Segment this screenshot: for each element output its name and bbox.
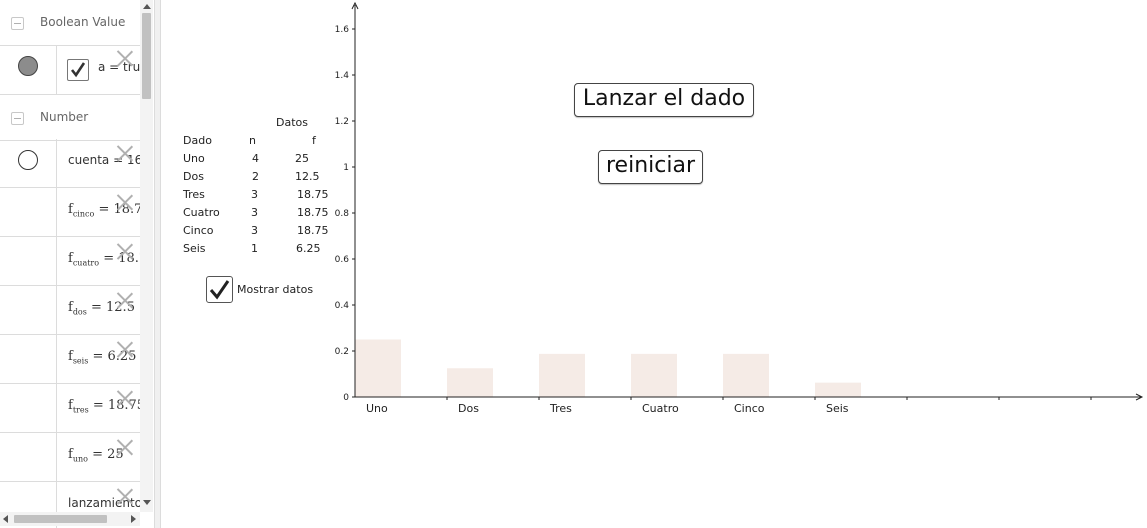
- scroll-up-icon[interactable]: [143, 4, 151, 9]
- x-tick-label: Uno: [366, 402, 388, 415]
- scroll-right-icon[interactable]: [131, 515, 136, 523]
- y-tick-label: 1.6: [335, 25, 350, 35]
- table-cell: Cinco: [183, 224, 214, 237]
- y-tick-label: 0.4: [335, 301, 350, 311]
- algebra-text-fcuatro: fcuatro = 18.7: [68, 251, 148, 268]
- algebra-row-funo[interactable]: funo = 25: [0, 433, 140, 482]
- boolean-checkbox[interactable]: [67, 59, 89, 81]
- category-number[interactable]: Number: [0, 95, 140, 141]
- visibility-toggle[interactable]: [18, 150, 38, 170]
- delete-icon[interactable]: [116, 488, 133, 505]
- y-tick-label: 1: [343, 163, 349, 173]
- bar-chart: 0 0.2 0.4 0.6 0.8 1 1.2 1.4 1.6 Uno Dos Tres Cuatro C…: [335, 1, 1144, 415]
- table-cell: 12.5: [295, 170, 320, 183]
- algebra-row-a[interactable]: a = tru: [0, 46, 140, 95]
- table-cell: 18.75: [297, 206, 329, 219]
- scroll-down-icon[interactable]: [143, 500, 151, 505]
- category-label: Boolean Value: [40, 15, 126, 29]
- algebra-row-ftres[interactable]: ftres = 18.75: [0, 384, 145, 433]
- table-title: Datos: [276, 116, 308, 129]
- bar: [723, 353, 769, 397]
- delete-icon[interactable]: [116, 439, 133, 456]
- marble-column: [0, 188, 57, 236]
- x-tick-label: Cinco: [734, 402, 765, 415]
- bar: [631, 353, 677, 397]
- algebra-row-fdos[interactable]: fdos = 12.5: [0, 286, 140, 335]
- graphics-view[interactable]: 0 0.2 0.4 0.6 0.8 1 1.2 1.4 1.6 Uno Dos Tres Cuatro C…: [162, 0, 1147, 528]
- show-data-checkbox[interactable]: [206, 276, 233, 303]
- table-cell: 3: [251, 188, 258, 201]
- horizontal-scrollbar[interactable]: [0, 512, 140, 526]
- x-tick-label: Dos: [458, 402, 479, 415]
- reset-button[interactable]: reiniciar: [598, 150, 703, 184]
- collapse-icon[interactable]: [11, 112, 24, 125]
- algebra-text-fcinco: fcinco = 18.75: [68, 202, 151, 219]
- panel-divider[interactable]: [154, 0, 161, 528]
- bar: [539, 353, 585, 397]
- table-cell: Seis: [183, 242, 206, 255]
- table-cell: Cuatro: [183, 206, 220, 219]
- checkmark-icon: [70, 62, 86, 78]
- delete-icon[interactable]: [116, 341, 133, 358]
- delete-icon[interactable]: [116, 292, 133, 309]
- bar: [447, 368, 493, 397]
- x-tick-label: Seis: [826, 402, 849, 415]
- vertical-scrollbar[interactable]: [140, 0, 153, 512]
- y-tick-label: 1.2: [335, 117, 349, 127]
- delete-icon[interactable]: [116, 194, 133, 211]
- algebra-row-fcinco[interactable]: fcinco = 18.75: [0, 188, 151, 237]
- marble-column: [0, 286, 57, 334]
- table-cell: 18.75: [297, 188, 329, 201]
- scroll-left-icon[interactable]: [3, 515, 8, 523]
- algebra-row-fcuatro[interactable]: fcuatro = 18.7: [0, 237, 147, 286]
- visibility-toggle[interactable]: [18, 56, 38, 76]
- category-label: Number: [40, 110, 89, 124]
- table-header: n: [249, 134, 256, 147]
- bar: [815, 382, 861, 397]
- table-cell: Uno: [183, 152, 205, 165]
- scrollbar-thumb[interactable]: [14, 515, 107, 523]
- y-tick-label: 0.8: [335, 209, 350, 219]
- y-tick-label: 1.4: [335, 71, 350, 81]
- table-header: f: [312, 134, 316, 147]
- category-boolean-value[interactable]: Boolean Value: [0, 0, 140, 46]
- delete-icon[interactable]: [116, 243, 133, 260]
- algebra-row-fseis[interactable]: fseis = 6.25: [0, 335, 140, 384]
- throw-die-button[interactable]: Lanzar el dado: [574, 83, 754, 117]
- x-tick-label: Tres: [549, 402, 572, 415]
- algebra-row-cuenta[interactable]: cuenta = 16: [0, 139, 142, 188]
- scrollbar-thumb[interactable]: [142, 13, 151, 99]
- x-tick-label: Cuatro: [642, 402, 679, 415]
- checkmark-icon: [209, 280, 230, 300]
- table-cell: 3: [251, 224, 258, 237]
- table-cell: 2: [252, 170, 259, 183]
- table-cell: 25: [295, 152, 309, 165]
- algebra-view: Boolean Value a = tru Number cuenta = 16: [0, 0, 154, 528]
- collapse-icon[interactable]: [11, 17, 24, 30]
- table-cell: Dos: [183, 170, 204, 183]
- table-cell: 4: [252, 152, 259, 165]
- table-cell: 18.75: [297, 224, 329, 237]
- algebra-text-ftres: ftres = 18.75: [68, 398, 146, 415]
- table-header: Dado: [183, 134, 212, 147]
- table-cell: Tres: [183, 188, 205, 201]
- delete-icon[interactable]: [116, 145, 133, 162]
- marble-column: [0, 433, 57, 481]
- marble-column: [0, 46, 57, 94]
- delete-icon[interactable]: [116, 50, 133, 67]
- table-cell: 6.25: [296, 242, 321, 255]
- show-data-label[interactable]: Mostrar datos: [237, 283, 313, 296]
- bar: [355, 339, 401, 397]
- marble-column: [0, 384, 57, 432]
- marble-column: [0, 139, 57, 187]
- table-cell: 3: [251, 206, 258, 219]
- y-tick-label: 0: [343, 393, 349, 403]
- y-tick-label: 0.2: [335, 347, 349, 357]
- y-tick-label: 0.6: [335, 255, 350, 265]
- marble-column: [0, 335, 57, 383]
- table-cell: 1: [251, 242, 258, 255]
- marble-column: [0, 237, 57, 285]
- delete-icon[interactable]: [116, 390, 133, 407]
- geogebra-app: Boolean Value a = tru Number cuenta = 16: [0, 0, 1147, 528]
